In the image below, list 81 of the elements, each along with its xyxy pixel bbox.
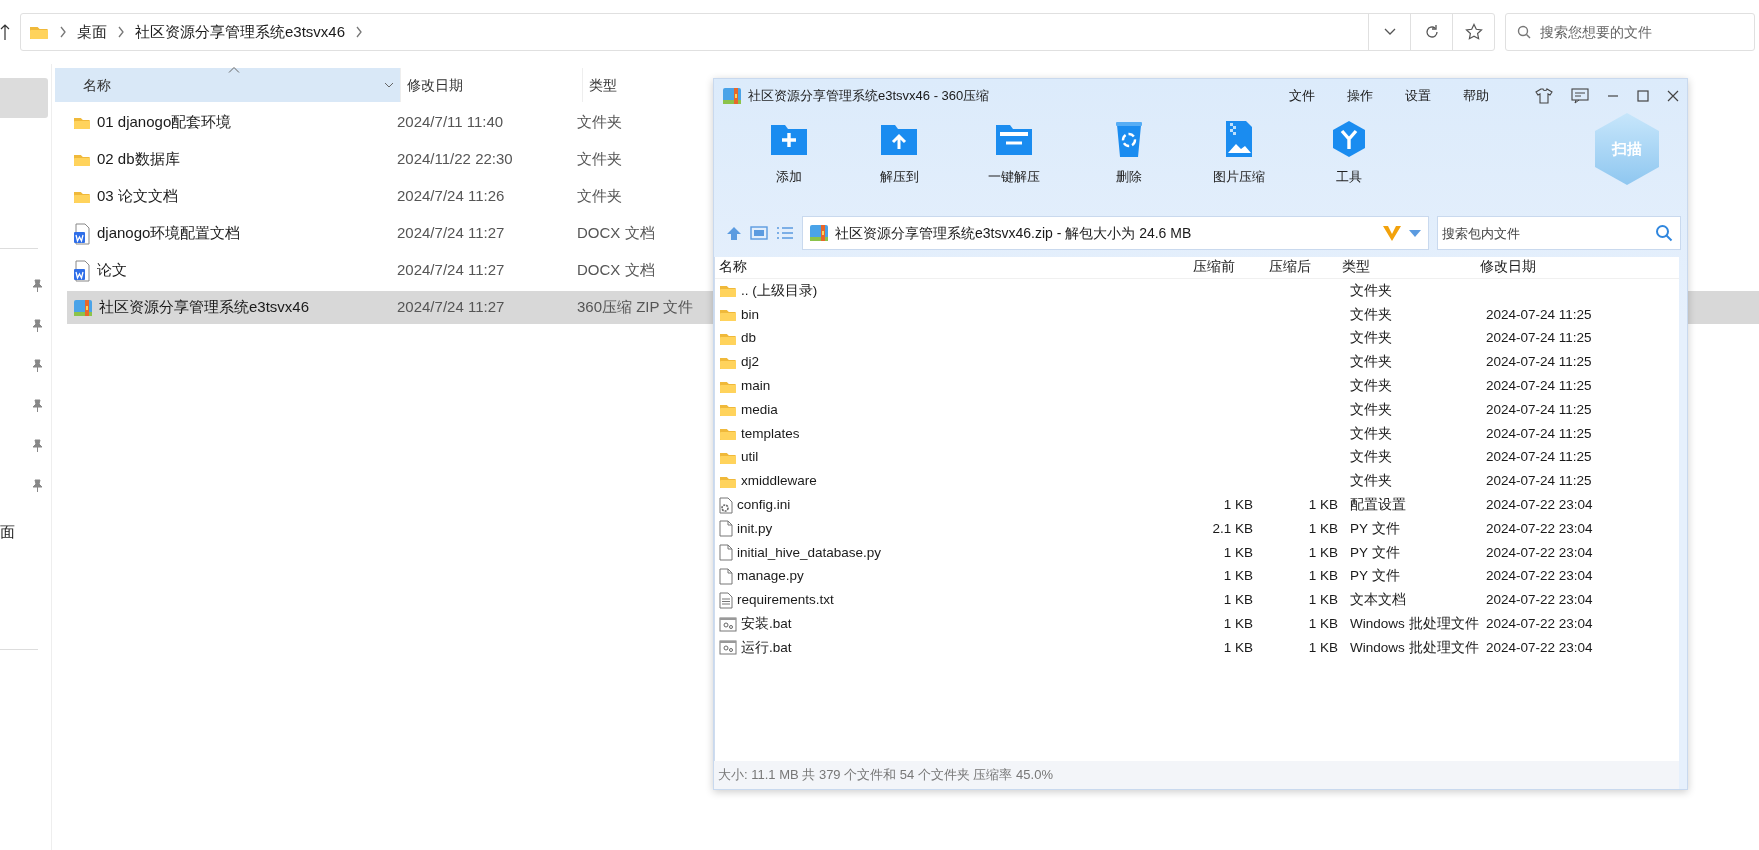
compressed-size: 1 KB bbox=[1308, 615, 1338, 631]
file-name: init.py bbox=[737, 519, 773, 538]
file-type: PY 文件 bbox=[1350, 544, 1400, 560]
file-type: Windows 批处理文件 bbox=[1350, 615, 1479, 631]
file-name: util bbox=[741, 448, 759, 467]
file-name: dj2 bbox=[741, 353, 759, 372]
modified-date: 2024/7/24 11:27 bbox=[397, 223, 506, 244]
original-size: 2.1 KB bbox=[1212, 520, 1253, 536]
compressed-size: 1 KB bbox=[1308, 568, 1338, 584]
modified-date: 2024-07-24 11:25 bbox=[1486, 377, 1592, 393]
file-type: 文件夹 bbox=[1350, 306, 1392, 322]
original-size: 1 KB bbox=[1223, 568, 1253, 584]
modified-date: 2024/7/24 11:27 bbox=[397, 260, 506, 281]
file-type: PY 文件 bbox=[1350, 568, 1400, 584]
file-name: .. (上级目录) bbox=[741, 281, 818, 300]
modified-date: 2024-07-22 23:04 bbox=[1486, 615, 1593, 631]
modified-date: 2024/11/22 22:30 bbox=[397, 149, 514, 170]
file-type: 文件夹 bbox=[1350, 449, 1392, 465]
file-name: 02 db数据库 bbox=[97, 149, 180, 170]
original-size: 1 KB bbox=[1223, 615, 1253, 631]
file-name: db bbox=[741, 329, 757, 348]
file-type: 文件夹 bbox=[1350, 425, 1392, 441]
window-title: 社区资源分享管理系统e3tsvx46 - 360压缩 bbox=[748, 87, 990, 106]
file-type: DOCX 文档 bbox=[577, 223, 655, 244]
original-size: 1 KB bbox=[1223, 496, 1253, 512]
file-name: bin bbox=[741, 305, 759, 324]
file-name: 运行.bat bbox=[741, 638, 792, 657]
file-name: 社区资源分享管理系统e3tsvx46 bbox=[99, 297, 310, 318]
file-name: media bbox=[741, 400, 778, 419]
compressed-size: 1 KB bbox=[1308, 496, 1338, 512]
modified-date: 2024-07-22 23:04 bbox=[1486, 568, 1593, 584]
modified-date: 2024-07-24 11:25 bbox=[1486, 473, 1592, 489]
file-name: 安装.bat bbox=[741, 614, 792, 633]
file-type: 文本文档 bbox=[1350, 592, 1406, 608]
file-name: 论文 bbox=[97, 260, 127, 281]
modified-date: 2024-07-22 23:04 bbox=[1486, 639, 1593, 655]
original-size: 1 KB bbox=[1223, 544, 1253, 560]
file-type: 文件夹 bbox=[1350, 354, 1392, 370]
file-type: 文件夹 bbox=[1350, 473, 1392, 489]
file-type: 文件夹 bbox=[1350, 282, 1392, 298]
file-name: 01 djanogo配套环境 bbox=[97, 112, 232, 133]
modified-date: 2024-07-22 23:04 bbox=[1486, 520, 1593, 536]
file-type: 配置设置 bbox=[1350, 496, 1406, 512]
modified-date: 2024/7/11 11:40 bbox=[397, 112, 505, 133]
compressed-size: 1 KB bbox=[1308, 592, 1338, 608]
file-name: initial_hive_database.py bbox=[737, 543, 882, 562]
modified-date: 2024-07-22 23:04 bbox=[1486, 496, 1593, 512]
modified-date: 2024-07-24 11:25 bbox=[1486, 401, 1592, 417]
modified-date: 2024-07-22 23:04 bbox=[1486, 592, 1593, 608]
file-type: DOCX 文档 bbox=[577, 260, 655, 281]
modified-date: 2024-07-24 11:25 bbox=[1486, 330, 1592, 346]
file-type: 文件夹 bbox=[1350, 377, 1392, 393]
file-name: manage.py bbox=[737, 567, 804, 586]
file-type: 文件夹 bbox=[1350, 401, 1392, 417]
compressed-size: 1 KB bbox=[1308, 544, 1338, 560]
file-name: 03 论文文档 bbox=[97, 186, 178, 207]
modified-date: 2024-07-24 11:25 bbox=[1486, 354, 1592, 370]
file-type: Windows 批处理文件 bbox=[1350, 639, 1479, 655]
compressed-size: 1 KB bbox=[1308, 520, 1338, 536]
file-type: 文件夹 bbox=[1350, 330, 1392, 346]
file-type: 360压缩 ZIP 文件 bbox=[577, 297, 694, 318]
compressed-size: 1 KB bbox=[1308, 639, 1338, 655]
file-type: 文件夹 bbox=[577, 112, 622, 133]
modified-date: 2024/7/24 11:26 bbox=[397, 186, 506, 207]
file-name: main bbox=[741, 376, 771, 395]
original-size: 1 KB bbox=[1223, 592, 1253, 608]
status-bar: 大小: 11.1 MB 共 379 个文件和 54 个文件夹 压缩率 45.0% bbox=[714, 761, 1679, 789]
file-name: requirements.txt bbox=[737, 591, 834, 610]
file-name: djanogo环境配置文档 bbox=[97, 223, 241, 244]
modified-date: 2024/7/24 11:27 bbox=[397, 297, 506, 318]
file-type: 文件夹 bbox=[577, 186, 622, 207]
original-size: 1 KB bbox=[1223, 639, 1253, 655]
modified-date: 2024-07-24 11:25 bbox=[1486, 425, 1592, 441]
file-name: templates bbox=[741, 424, 800, 443]
modified-date: 2024-07-24 11:25 bbox=[1486, 306, 1592, 322]
file-name: xmiddleware bbox=[741, 472, 817, 491]
modified-date: 2024-07-22 23:04 bbox=[1486, 544, 1593, 560]
file-name: config.ini bbox=[737, 495, 791, 514]
file-type: 文件夹 bbox=[577, 149, 622, 170]
modified-date: 2024-07-24 11:25 bbox=[1486, 449, 1592, 465]
file-type: PY 文件 bbox=[1350, 520, 1400, 536]
